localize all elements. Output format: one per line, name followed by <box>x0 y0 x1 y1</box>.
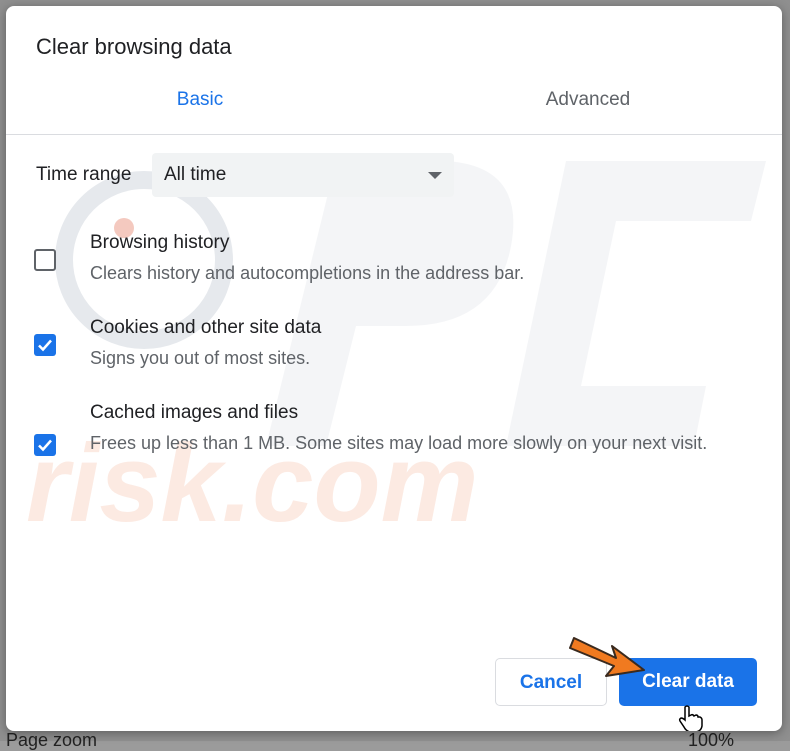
time-range-value: All time <box>164 164 227 185</box>
arrow-icon <box>569 637 645 677</box>
cached-images-checkbox[interactable] <box>34 434 56 456</box>
check-icon <box>38 439 52 452</box>
chevron-down-icon <box>428 172 442 179</box>
cookies-checkbox[interactable] <box>34 334 56 356</box>
browsing-history-description: Clears history and autocompletions in th… <box>90 263 525 283</box>
cookies-description: Signs you out of most sites. <box>90 348 311 368</box>
check-icon <box>38 339 52 352</box>
cached-images-description: Frees up less than 1 MB. Some sites may … <box>90 433 708 453</box>
browsing-history-checkbox[interactable] <box>34 249 56 271</box>
dialog-title: Clear browsing data <box>36 34 232 59</box>
hand-pointer-icon <box>678 705 703 731</box>
cookies-title: Cookies and other site data <box>90 317 322 338</box>
time-range-label: Time range <box>36 164 132 185</box>
time-range-select[interactable]: All time <box>152 153 454 197</box>
tab-advanced[interactable]: Advanced <box>394 86 782 134</box>
cached-images-title: Cached images and files <box>90 402 299 423</box>
browsing-history-title: Browsing history <box>90 232 230 253</box>
clear-browsing-data-dialog: risk.com Clear browsing data Basic Advan… <box>6 6 782 731</box>
tab-bar: Basic Advanced <box>6 86 782 135</box>
tab-basic[interactable]: Basic <box>6 86 394 134</box>
